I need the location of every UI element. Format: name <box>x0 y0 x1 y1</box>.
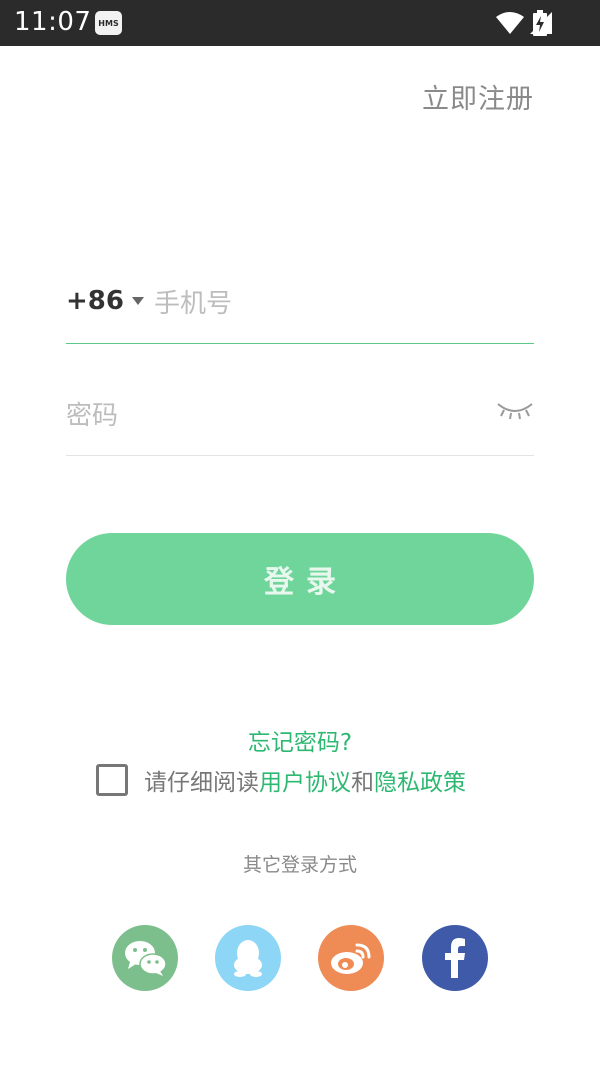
facebook-icon <box>445 938 465 978</box>
social-login-row <box>0 925 600 991</box>
password-input[interactable] <box>66 394 466 438</box>
other-login-title: 其它登录方式 <box>242 854 357 876</box>
battery-charging-icon <box>533 10 547 36</box>
qq-login-button[interactable] <box>215 925 281 991</box>
agreement-row: 请仔细阅读 用户协议 和 隐私政策 <box>96 762 466 798</box>
agreement-and: 和 <box>351 770 374 796</box>
user-agreement-link[interactable]: 用户协议 <box>259 763 351 797</box>
country-code-selector[interactable]: +86 <box>66 286 144 316</box>
privacy-policy-link[interactable]: 隐私政策 <box>374 763 466 797</box>
status-time: 11:07 <box>14 7 92 37</box>
caret-down-icon <box>131 297 144 305</box>
facebook-login-button[interactable] <box>422 925 488 991</box>
phone-row: +86 <box>66 278 534 344</box>
password-row <box>66 390 534 456</box>
phone-input[interactable] <box>154 282 524 326</box>
wechat-icon <box>125 941 167 976</box>
register-link[interactable]: 立即注册 <box>422 77 534 116</box>
country-code: +86 <box>66 286 124 316</box>
eye-closed-icon[interactable] <box>496 400 534 422</box>
weibo-login-button[interactable] <box>318 925 384 991</box>
qq-icon <box>234 940 262 977</box>
wifi-icon <box>496 12 524 34</box>
hms-badge: HMS <box>95 11 122 35</box>
agreement-checkbox[interactable] <box>96 764 128 796</box>
login-button[interactable]: 登录 <box>66 533 534 625</box>
wechat-login-button[interactable] <box>112 925 178 991</box>
status-bar: 11:07 HMS <box>0 0 600 46</box>
forgot-password-link[interactable]: 忘记密码? <box>0 723 600 757</box>
weibo-icon <box>331 943 371 974</box>
agreement-prefix: 请仔细阅读 <box>144 770 259 796</box>
